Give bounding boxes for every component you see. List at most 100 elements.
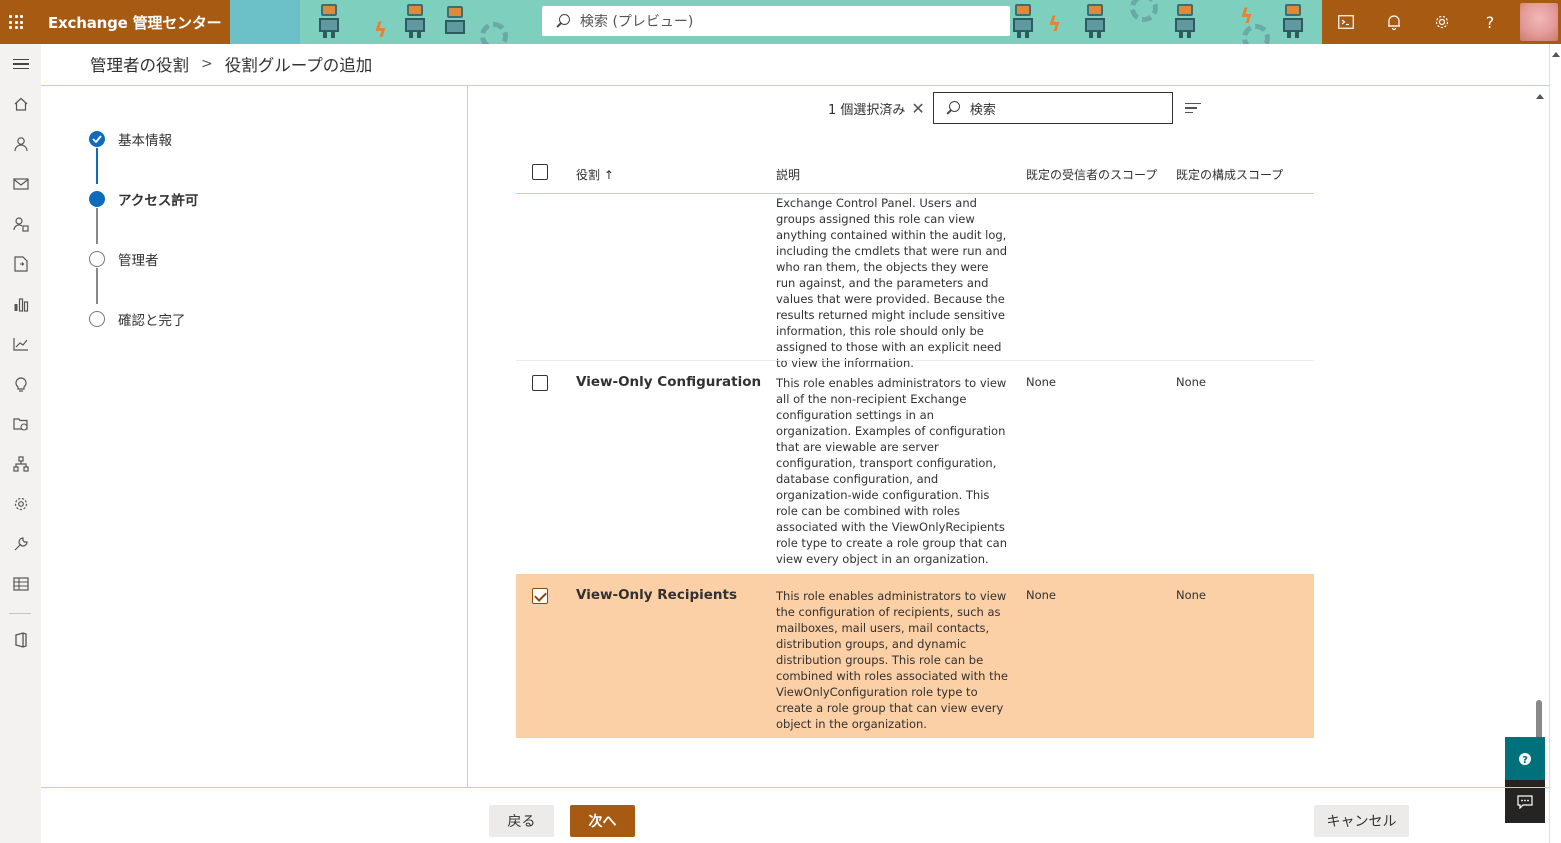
terminal-icon bbox=[1338, 15, 1354, 29]
nav-roles[interactable] bbox=[0, 204, 41, 244]
table-scrollbar[interactable] bbox=[1533, 92, 1547, 782]
nav-settings[interactable] bbox=[0, 484, 41, 524]
column-header-description[interactable]: 説明 bbox=[776, 166, 800, 183]
menu-toggle-button[interactable] bbox=[0, 44, 41, 84]
breadcrumb-current: 役割グループの追加 bbox=[224, 56, 373, 75]
table-header: 役割 ↑ 説明 既定の受信者のスコープ 既定の構成スコープ bbox=[516, 152, 1314, 194]
chevron-right-icon: > bbox=[201, 56, 213, 72]
nav-organization[interactable] bbox=[0, 444, 41, 484]
global-search-placeholder: 検索 (プレビュー) bbox=[580, 14, 694, 30]
role-name: View-Only Recipients bbox=[576, 587, 738, 603]
document-icon bbox=[13, 256, 28, 272]
step-connector-done bbox=[96, 148, 98, 184]
config-scope: None bbox=[1176, 588, 1207, 602]
headset-question-icon: ? bbox=[1519, 752, 1531, 766]
folder-globe-icon bbox=[12, 418, 28, 431]
rail-divider bbox=[9, 613, 31, 614]
step-connector bbox=[96, 268, 98, 304]
settings-button[interactable] bbox=[1418, 0, 1466, 44]
top-bar: Exchange 管理センター ϟ ϟ ϟ 検索 (プレビュー) ? bbox=[0, 0, 1561, 44]
role-description: Exchange Control Panel. Users and groups… bbox=[776, 196, 1008, 370]
hamburger-icon bbox=[12, 56, 29, 73]
avatar[interactable] bbox=[1520, 3, 1558, 41]
chat-icon bbox=[1517, 794, 1533, 809]
search-icon bbox=[946, 101, 960, 115]
page-scrollbar[interactable] bbox=[1549, 44, 1561, 843]
recipient-scope: None bbox=[1026, 588, 1057, 602]
step-basics[interactable]: 基本情報 bbox=[89, 129, 172, 149]
waffle-icon bbox=[9, 15, 23, 29]
next-button[interactable]: 次へ bbox=[570, 805, 635, 837]
role-search-input[interactable]: 検索 bbox=[932, 92, 1173, 124]
pending-step-icon bbox=[89, 311, 105, 327]
role-description: This role enables administrators to view… bbox=[776, 376, 1008, 566]
scroll-up-icon[interactable] bbox=[1552, 52, 1560, 57]
step-permissions[interactable]: アクセス許可 bbox=[89, 189, 198, 209]
step-label: アクセス許可 bbox=[118, 193, 199, 209]
back-button[interactable]: 戻る bbox=[489, 805, 554, 837]
org-chart-icon bbox=[12, 456, 29, 472]
filter-icon[interactable] bbox=[1184, 100, 1201, 117]
column-header-recipient-scope[interactable]: 既定の受信者のスコープ bbox=[1026, 166, 1157, 183]
clear-selection-icon[interactable]: ✕ bbox=[911, 99, 924, 118]
nav-reports[interactable] bbox=[0, 324, 41, 364]
role-description: This role enables administrators to view… bbox=[776, 589, 1008, 731]
step-label: 確認と完了 bbox=[118, 313, 186, 329]
nav-recipients[interactable] bbox=[0, 124, 41, 164]
table-row[interactable]: View-Only Configuration This role enable… bbox=[516, 361, 1314, 573]
scroll-up-icon[interactable] bbox=[1536, 94, 1544, 99]
lightbulb-icon bbox=[14, 377, 27, 392]
select-all-checkbox[interactable] bbox=[532, 164, 548, 180]
config-scope: None bbox=[1176, 375, 1207, 389]
app-launcher-button[interactable] bbox=[0, 0, 32, 44]
pending-step-icon bbox=[89, 251, 105, 267]
reports-icon bbox=[14, 298, 28, 312]
global-search-input[interactable]: 検索 (プレビュー) bbox=[542, 6, 1010, 36]
table-icon bbox=[12, 577, 29, 591]
step-label: 基本情報 bbox=[118, 133, 172, 149]
step-review[interactable]: 確認と完了 bbox=[89, 309, 186, 329]
notifications-button[interactable] bbox=[1370, 0, 1418, 44]
search-icon bbox=[556, 14, 570, 28]
office-icon bbox=[14, 632, 27, 648]
table-row-selected[interactable]: View-Only Recipients This role enables a… bbox=[516, 574, 1314, 738]
footer-divider bbox=[41, 787, 1549, 788]
settings-gear-icon bbox=[14, 497, 27, 511]
nav-office[interactable] bbox=[0, 620, 41, 660]
bell-icon bbox=[1388, 15, 1400, 30]
cloud-shell-button[interactable] bbox=[1322, 0, 1370, 44]
question-icon: ? bbox=[1485, 12, 1495, 32]
support-button[interactable]: ? bbox=[1505, 737, 1545, 780]
nav-reports-table[interactable] bbox=[0, 564, 41, 604]
nav-mobile[interactable] bbox=[0, 284, 41, 324]
step-admins[interactable]: 管理者 bbox=[89, 249, 159, 269]
nav-migration[interactable] bbox=[0, 244, 41, 284]
selected-count: 1 個選択済み bbox=[828, 102, 906, 118]
row-checkbox[interactable] bbox=[532, 375, 548, 391]
table-row[interactable]: Exchange Control Panel. Users and groups… bbox=[516, 195, 1314, 370]
table-toolbar: 1 個選択済み ✕ 検索 bbox=[828, 92, 1201, 124]
person-icon bbox=[13, 137, 28, 152]
header-actions: ? bbox=[1322, 0, 1561, 44]
help-button[interactable]: ? bbox=[1466, 0, 1514, 44]
column-header-role[interactable]: 役割 ↑ bbox=[576, 166, 614, 183]
admin-roles-icon bbox=[12, 217, 29, 232]
cancel-button[interactable]: キャンセル bbox=[1314, 805, 1409, 837]
app-title[interactable]: Exchange 管理センター bbox=[32, 0, 230, 44]
nav-home[interactable] bbox=[0, 84, 41, 124]
nav-public-folders[interactable] bbox=[0, 404, 41, 444]
nav-mail-flow[interactable] bbox=[0, 164, 41, 204]
nav-tools[interactable] bbox=[0, 524, 41, 564]
recipient-scope: None bbox=[1026, 375, 1057, 389]
wrench-icon bbox=[14, 537, 28, 551]
theme-banner: ϟ ϟ ϟ 検索 (プレビュー) bbox=[230, 0, 1322, 44]
left-nav-rail bbox=[0, 44, 41, 843]
row-checkbox[interactable] bbox=[532, 588, 548, 604]
column-header-config-scope[interactable]: 既定の構成スコープ bbox=[1176, 166, 1283, 183]
role-search-placeholder: 検索 bbox=[969, 102, 996, 118]
breadcrumb: 管理者の役割 > 役割グループの追加 bbox=[90, 52, 372, 76]
home-icon bbox=[14, 97, 27, 111]
breadcrumb-parent[interactable]: 管理者の役割 bbox=[90, 52, 189, 76]
nav-insights[interactable] bbox=[0, 364, 41, 404]
svg-text:?: ? bbox=[1522, 755, 1528, 766]
